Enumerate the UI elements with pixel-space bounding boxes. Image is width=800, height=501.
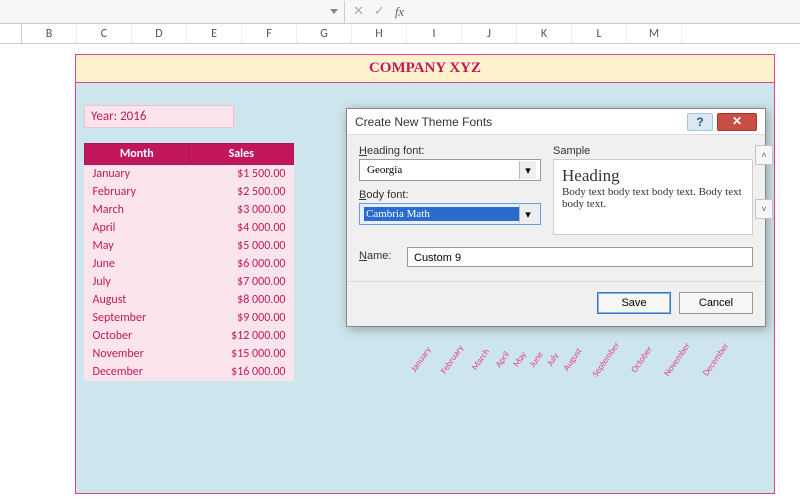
formula-input[interactable] <box>412 0 800 23</box>
col-header[interactable]: C <box>77 24 132 43</box>
col-header[interactable]: J <box>462 24 517 43</box>
table-row: December$16 000.00 <box>85 363 294 381</box>
body-font-label: Body font: <box>359 189 541 201</box>
table-header-month[interactable]: Month <box>85 144 190 165</box>
fx-icon[interactable]: fx <box>395 4 404 20</box>
chart-axis: January February March April May June Ju… <box>407 354 735 365</box>
col-header[interactable]: M <box>627 24 682 43</box>
table-row: January$1 500.00 <box>85 165 294 184</box>
table-row: November$15 000.00 <box>85 345 294 363</box>
close-button[interactable]: ✕ <box>717 113 757 131</box>
table-row: August$8 000.00 <box>85 291 294 309</box>
name-input[interactable]: Custom 9 <box>407 247 753 267</box>
col-header[interactable]: I <box>407 24 462 43</box>
sample-label: Sample <box>553 145 753 157</box>
heading-font-select[interactable]: Georgia ▾ <box>359 159 541 181</box>
table-row: July$7 000.00 <box>85 273 294 291</box>
spin-down-button[interactable]: ˅ <box>755 199 773 219</box>
chevron-down-icon: ▾ <box>519 205 536 223</box>
chevron-down-icon: ▾ <box>519 161 536 179</box>
table-header-sales[interactable]: Sales <box>189 144 294 165</box>
col-header[interactable]: L <box>572 24 627 43</box>
page-title: COMPANY XYZ <box>76 55 774 83</box>
body-font-value: Cambria Math <box>364 207 519 221</box>
col-header[interactable]: G <box>297 24 352 43</box>
chevron-down-icon <box>330 9 338 14</box>
col-header[interactable]: E <box>187 24 242 43</box>
col-header[interactable]: H <box>352 24 407 43</box>
table-row: September$9 000.00 <box>85 309 294 327</box>
dialog-titlebar[interactable]: Create New Theme Fonts ? ✕ <box>347 109 765 135</box>
dialog-title-text: Create New Theme Fonts <box>355 115 492 129</box>
table-row: March$3 000.00 <box>85 201 294 219</box>
table-row: October$12 000.00 <box>85 327 294 345</box>
cancel-button[interactable]: Cancel <box>679 292 753 314</box>
col-header[interactable]: D <box>132 24 187 43</box>
body-font-select[interactable]: Cambria Math ▾ <box>359 203 541 225</box>
col-header[interactable]: F <box>242 24 297 43</box>
name-label: Name: <box>359 250 401 262</box>
spin-up-button[interactable]: ˄ <box>755 145 773 165</box>
theme-fonts-dialog: Create New Theme Fonts ? ✕ Heading font:… <box>346 108 766 327</box>
year-cell[interactable]: Year: 2016 <box>84 105 234 128</box>
save-button[interactable]: Save <box>597 292 671 314</box>
table-row: February$2 500.00 <box>85 183 294 201</box>
confirm-icon[interactable]: ✓ <box>374 4 385 19</box>
table-row: June$6 000.00 <box>85 255 294 273</box>
sales-table: Month Sales January$1 500.00 February$2 … <box>84 143 294 381</box>
year-value: 2016 <box>120 109 146 124</box>
column-headers: B C D E F G H I J K L M <box>0 24 800 44</box>
table-row: May$5 000.00 <box>85 237 294 255</box>
formula-bar: ✕ ✓ fx <box>0 0 800 24</box>
sample-preview: Heading Body text body text body text. B… <box>553 159 753 235</box>
name-box[interactable] <box>0 1 345 23</box>
col-header[interactable]: K <box>517 24 572 43</box>
year-label: Year: <box>91 109 117 124</box>
sample-heading: Heading <box>562 166 744 186</box>
cancel-icon[interactable]: ✕ <box>353 4 364 19</box>
col-header[interactable]: B <box>22 24 77 43</box>
sample-body: Body text body text body text. Body text… <box>562 186 744 210</box>
help-button[interactable]: ? <box>687 113 713 131</box>
table-row: April$4 000.00 <box>85 219 294 237</box>
heading-font-value: Georgia <box>364 164 519 176</box>
heading-font-label: Heading font: <box>359 145 541 157</box>
